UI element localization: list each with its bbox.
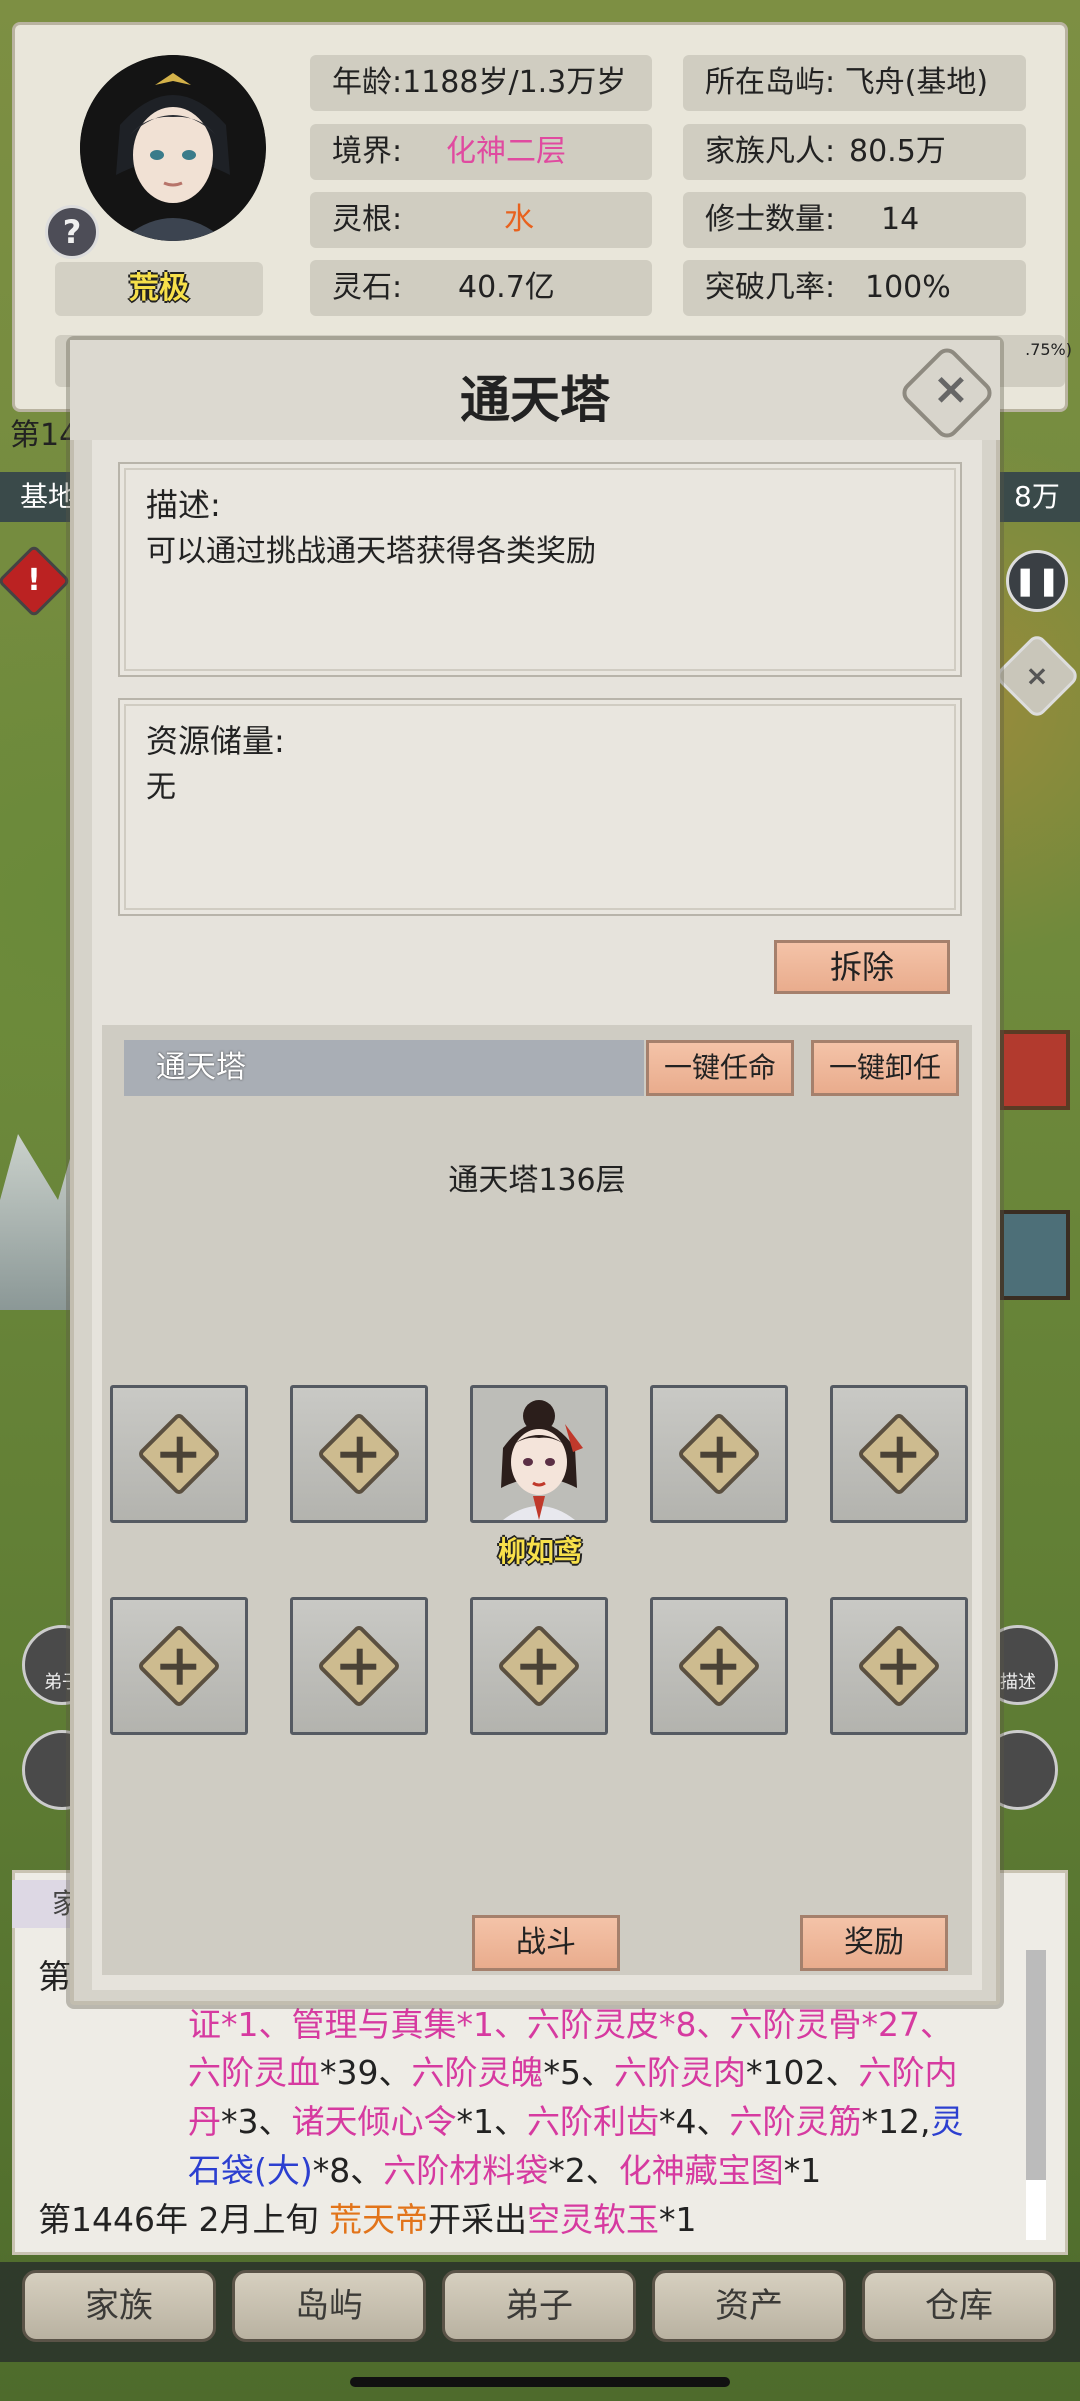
add-icon	[676, 1411, 762, 1497]
progress-percent: .75%)	[1025, 340, 1072, 359]
island-label: 所在岛屿:	[705, 65, 836, 100]
mortals-label: 家族凡人:	[705, 134, 836, 169]
log-line: 证*1、管理与真集*1、六阶灵皮*8、六阶灵骨*27、	[188, 2005, 953, 2044]
island-value: 飞舟(基地)	[844, 65, 989, 100]
mortals-value: 80.5万	[849, 134, 946, 169]
add-icon	[316, 1411, 402, 1497]
root-value: 水	[504, 202, 534, 237]
building-scenery	[1000, 1210, 1070, 1300]
nav-assets[interactable]: 资产	[652, 2270, 846, 2342]
staff-slot-empty[interactable]	[470, 1597, 608, 1735]
staff-slot-empty[interactable]	[830, 1597, 968, 1735]
appoint-all-button[interactable]: 一键任命	[646, 1040, 794, 1096]
stones-stat: 灵石: 40.7亿	[310, 260, 652, 316]
cultivators-stat: 修士数量: 14	[683, 192, 1026, 248]
root-stat: 灵根: 水	[310, 192, 652, 248]
staff-slot-empty[interactable]	[110, 1597, 248, 1735]
log-line: 第1446年 2月上旬 荒天帝开采出空灵软玉*1	[38, 2200, 697, 2239]
resource-text: 无	[146, 770, 176, 805]
staff-slot-empty[interactable]	[830, 1385, 968, 1523]
resource-box: 资源储量: 无	[118, 698, 962, 916]
root-label: 灵根:	[332, 202, 403, 237]
island-stat: 所在岛屿: 飞舟(基地)	[683, 55, 1026, 111]
log-line: 石袋(大)*8、六阶材料袋*2、化神藏宝图*1	[188, 2151, 822, 2190]
stones-value: 40.7亿	[458, 270, 555, 305]
add-icon	[856, 1623, 942, 1709]
cultivators-value: 14	[881, 202, 920, 237]
nav-disciples[interactable]: 弟子	[442, 2270, 636, 2342]
stones-label: 灵石:	[332, 270, 403, 305]
log-line: 六阶灵血*39、六阶灵魄*5、六阶灵肉*102、六阶内	[188, 2053, 958, 2092]
staff-slot-empty[interactable]	[290, 1597, 428, 1735]
realm-label: 境界:	[332, 134, 403, 169]
log-scrollbar[interactable]	[1026, 1950, 1046, 2240]
add-icon	[136, 1623, 222, 1709]
description-box: 描述: 可以通过挑战通天塔获得各类奖励	[118, 462, 962, 677]
breakthrough-stat: 突破几率: 100%	[683, 260, 1026, 316]
age-label: 年龄:	[332, 65, 403, 100]
realm-value: 化神二层	[446, 134, 566, 169]
add-icon	[496, 1623, 582, 1709]
dismiss-all-button[interactable]: 一键卸任	[811, 1040, 959, 1096]
cultivators-label: 修士数量:	[705, 202, 836, 237]
modal-title: 通天塔	[460, 371, 610, 429]
breakthrough-value: 100%	[865, 270, 951, 305]
staff-slot-empty[interactable]	[650, 1385, 788, 1523]
age-stat: 年龄:1188岁/1.3万岁	[310, 55, 652, 111]
scroll-thumb[interactable]	[1026, 2180, 1046, 2240]
rank-badge: 荒极	[55, 262, 263, 316]
age-value: 1188岁/1.3万岁	[402, 65, 627, 100]
staff-slot-empty[interactable]	[290, 1385, 428, 1523]
nav-warehouse[interactable]: 仓库	[862, 2270, 1056, 2342]
character-name: 柳如鸢	[497, 1535, 582, 1568]
home-indicator[interactable]	[350, 2377, 730, 2387]
help-icon[interactable]: ?	[45, 205, 99, 259]
staff-slot-empty[interactable]	[650, 1597, 788, 1735]
tower-name-bar: 通天塔	[124, 1040, 644, 1096]
resource-count: 8万	[1000, 472, 1080, 522]
description-text: 可以通过挑战通天塔获得各类奖励	[146, 534, 596, 569]
staff-slot-filled[interactable]	[470, 1385, 608, 1523]
battle-button[interactable]: 战斗	[472, 1915, 620, 1971]
character-portrait	[473, 1388, 605, 1520]
year-text: 第14	[10, 418, 79, 453]
log-line: 丹*3、诸天倾心令*1、六阶利齿*4、六阶灵筋*12,灵	[188, 2102, 964, 2141]
realm-stat: 境界: 化神二层	[310, 124, 652, 180]
add-icon	[316, 1623, 402, 1709]
resource-label: 资源储量:	[146, 722, 285, 760]
demolish-button[interactable]: 拆除	[774, 940, 950, 994]
add-icon	[676, 1623, 762, 1709]
staff-slot-empty[interactable]	[110, 1385, 248, 1523]
nav-islands[interactable]: 岛屿	[232, 2270, 426, 2342]
breakthrough-label: 突破几率:	[705, 270, 836, 305]
nav-family[interactable]: 家族	[22, 2270, 216, 2342]
log-line-prefix: 第	[38, 1957, 71, 1996]
description-label: 描述:	[146, 486, 221, 524]
mortals-stat: 家族凡人: 80.5万	[683, 124, 1026, 180]
base-label: 基地	[0, 472, 80, 522]
pause-button[interactable]: ❚❚	[1006, 550, 1068, 612]
reward-button[interactable]: 奖励	[800, 1915, 948, 1971]
player-avatar[interactable]	[80, 55, 266, 241]
tower-floor-text: 通天塔136层	[448, 1163, 626, 1198]
add-icon	[136, 1411, 222, 1497]
building-scenery	[1000, 1030, 1070, 1110]
add-icon	[856, 1411, 942, 1497]
